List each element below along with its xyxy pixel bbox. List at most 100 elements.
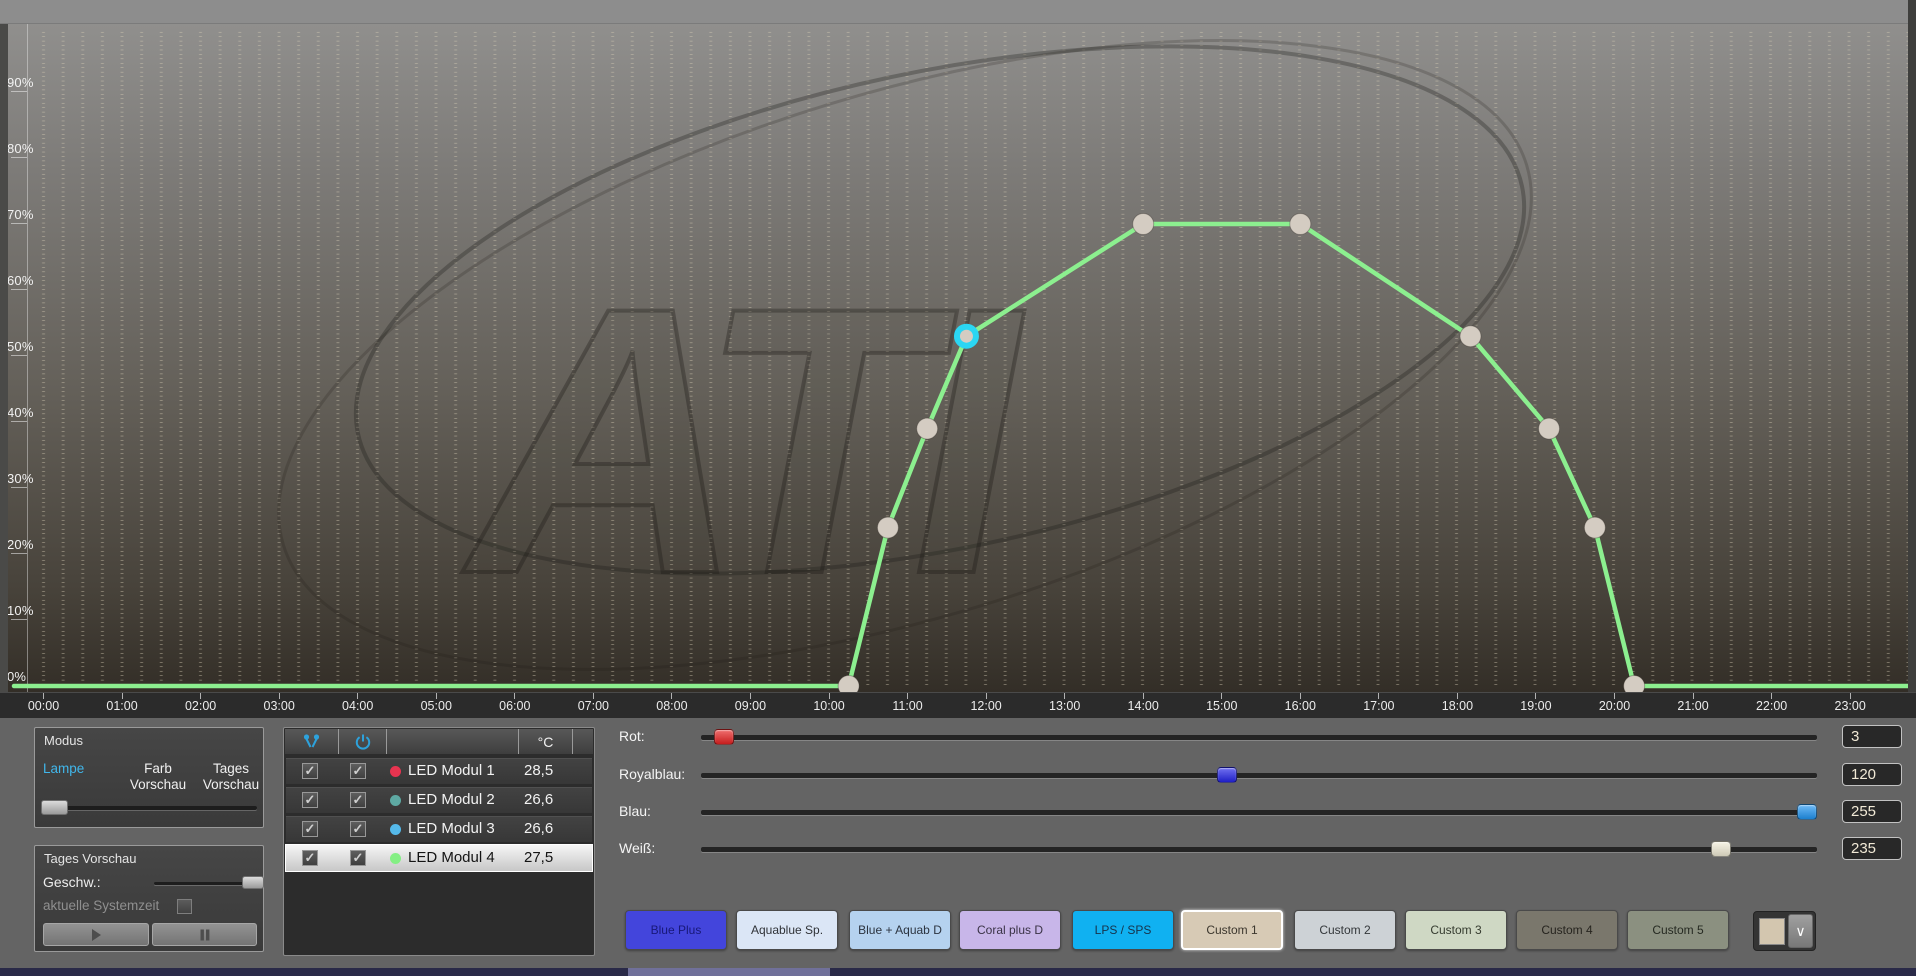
curve-point[interactable] [1289,213,1312,235]
channel-row: Rot: 3 [610,724,1910,750]
x-tick-label: 07:00 [577,699,609,713]
preset-button[interactable]: Custom 2 [1294,910,1396,950]
y-tick-label: 70% [7,207,34,222]
channel-slider-handle[interactable] [1711,841,1732,857]
preset-button[interactable]: Aquablue Sp. [736,910,838,950]
modus-slider-handle[interactable] [41,800,68,815]
ati-watermark: ATI [277,39,1533,671]
curve-point[interactable] [1538,417,1561,440]
led-module-row[interactable]: ✓ ✓ LED Modul 1 28,5 [286,758,592,784]
module-temperature: 27,5 [524,849,554,866]
module-checkbox-power[interactable]: ✓ [350,821,366,837]
channel-value-box[interactable]: 120 [1842,763,1902,786]
led-module-row[interactable]: ✓ ✓ LED Modul 2 26,6 [286,787,592,813]
x-tick-label: 16:00 [1284,699,1316,713]
module-name: LED Modul 1 [408,762,495,779]
modus-option-lampe[interactable]: Lampe [43,761,103,777]
tages-vorschau-title: Tages Vorschau [44,851,137,866]
curve-point-selected-center[interactable] [959,329,973,343]
channel-label: Blau: [619,803,651,819]
header-cell-name [387,729,519,754]
channel-slider-handle[interactable] [1216,767,1237,783]
y-tick-label: 60% [7,273,34,288]
header-cell-preview[interactable] [285,729,339,754]
channel-slider-track[interactable] [701,773,1817,778]
x-tick-label: 04:00 [342,699,374,713]
time-axis: 00:00 01:00 02:00 03:00 04:00 05:00 06:00 07:00… [0,692,1916,718]
speed-slider-handle[interactable] [242,876,264,889]
x-tick-label: 15:00 [1206,699,1238,713]
modus-panel: Modus Lampe Farb Vorschau Tages Vorschau [34,727,264,828]
x-tick-label: 10:00 [813,699,845,713]
preset-button[interactable]: Blue Plus [625,910,727,950]
pause-button[interactable] [152,923,257,946]
module-checkbox-power[interactable]: ✓ [350,763,366,779]
curve-point[interactable] [876,516,899,539]
channel-value-box[interactable]: 235 [1842,837,1902,860]
x-tick-label: 05:00 [420,699,452,713]
tages-vorschau-panel: Tages Vorschau Geschw.: aktuelle Systemz… [34,845,264,952]
preset-button[interactable]: Blue + Aquab D [849,910,951,950]
modus-option-farb-vorschau[interactable]: Farb Vorschau [119,761,197,793]
curve-point[interactable] [1583,516,1606,539]
x-tick-label: 14:00 [1127,699,1159,713]
led-module-table: °C ✓ ✓ LED Modul 1 28,5 ✓ ✓ LED Modul 2 26,6 ✓ ✓ L… [283,727,595,956]
y-tick-mark [11,619,27,620]
channel-slider-track[interactable] [701,735,1817,740]
y-tick-mark [11,487,27,488]
preset-button[interactable]: Custom 1 [1181,910,1283,950]
module-temperature: 26,6 [524,791,554,808]
play-icon [92,928,101,941]
module-checkbox-preview[interactable]: ✓ [302,821,318,837]
modus-option-tages-vorschau[interactable]: Tages Vorschau [201,761,261,793]
preset-button[interactable]: Custom 4 [1516,910,1618,950]
brightness-curve-svg: ATI [11,39,1911,697]
module-color-dot [390,824,401,835]
x-tick-label: 21:00 [1677,699,1709,713]
led-module-table-header: °C [285,729,593,754]
custom-color-picker[interactable]: ∨ [1753,911,1816,951]
module-checkbox-power[interactable]: ✓ [350,792,366,808]
x-tick-label: 06:00 [499,699,531,713]
curve-point[interactable] [1459,325,1482,348]
led-module-row[interactable]: ✓ ✓ LED Modul 3 26,6 [286,816,592,842]
chevron-down-icon[interactable]: ∨ [1788,914,1813,948]
module-name: LED Modul 3 [408,820,495,837]
y-tick-label: 90% [7,75,34,90]
module-checkbox-preview[interactable]: ✓ [302,792,318,808]
channel-label: Rot: [619,728,645,744]
y-tick-mark [11,91,27,92]
channel-slider-track[interactable] [701,810,1817,815]
modus-slider-track[interactable] [43,806,257,810]
system-time-checkbox[interactable] [177,899,192,914]
channel-row: Weiß: 235 [610,836,1910,862]
channel-slider-handle[interactable] [1797,804,1817,820]
module-checkbox-preview[interactable]: ✓ [302,763,318,779]
x-tick-label: 00:00 [27,699,60,713]
channel-value-box[interactable]: 255 [1842,800,1902,823]
channel-row: Royalblau: 120 [610,762,1910,788]
channel-label: Royalblau: [619,766,686,782]
link-nodes-icon [303,733,320,747]
curve-point[interactable] [916,417,939,440]
module-checkbox-power[interactable]: ✓ [350,850,366,866]
led-module-row[interactable]: ✓ ✓ LED Modul 4 27,5 [286,845,592,871]
window-bottom-strip [0,968,1916,976]
preset-button[interactable]: Custom 5 [1627,910,1729,950]
module-name: LED Modul 2 [408,791,495,808]
preset-button[interactable]: Custom 3 [1405,910,1507,950]
x-tick-label: 11:00 [892,699,923,713]
play-button[interactable] [43,923,149,946]
curve-point[interactable] [1132,213,1155,235]
header-cell-power[interactable] [339,729,387,754]
x-tick-label: 20:00 [1598,699,1631,713]
preset-button[interactable]: Coral plus D [959,910,1061,950]
x-tick-label: 01:00 [106,699,138,713]
color-swatch[interactable] [1759,918,1785,945]
channel-slider-track[interactable] [701,847,1817,852]
channel-slider-handle[interactable] [713,729,734,745]
preset-button[interactable]: LPS / SPS [1072,910,1174,950]
x-tick-label: 17:00 [1363,699,1395,713]
channel-value-box[interactable]: 3 [1842,725,1902,748]
module-checkbox-preview[interactable]: ✓ [302,850,318,866]
